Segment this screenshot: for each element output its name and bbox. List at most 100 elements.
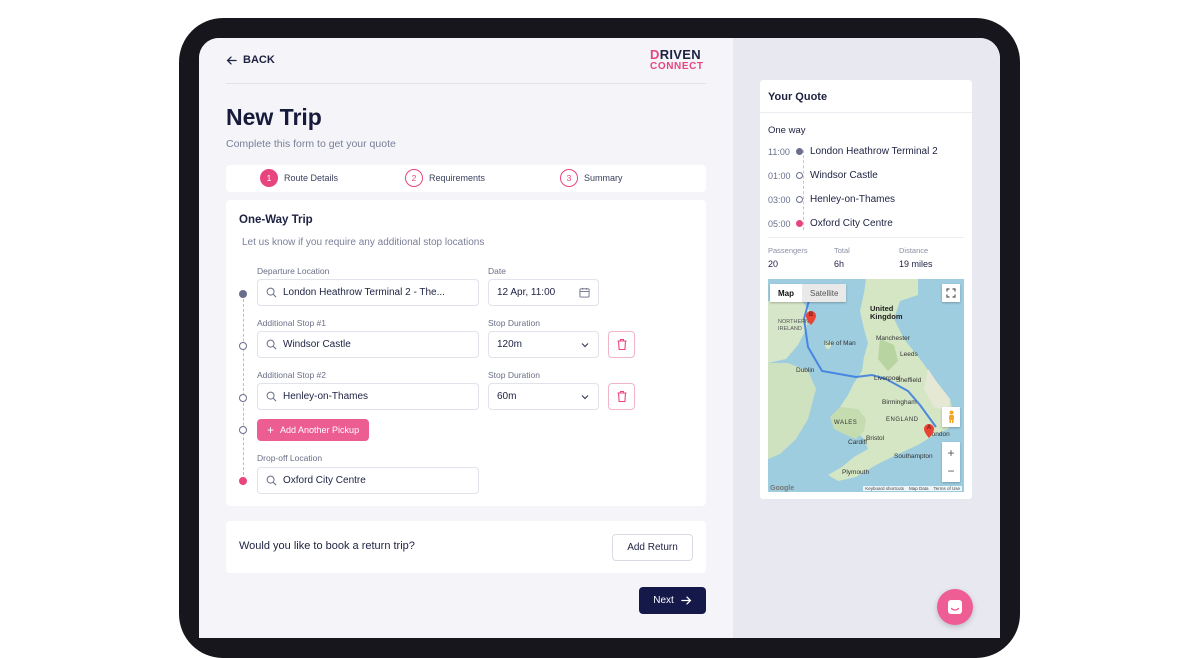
stop1-duration-value: 120m xyxy=(497,339,523,350)
departure-input[interactable]: London Heathrow Terminal 2 - The... xyxy=(257,279,479,306)
stop1-label: Additional Stop #1 xyxy=(257,318,326,328)
dropoff-value: Oxford City Centre xyxy=(283,475,366,486)
page-subtitle: Complete this form to get your quote xyxy=(226,138,396,150)
app-screen: BACK DRIVEN CONNECT New Trip Complete th… xyxy=(199,38,1000,638)
quote-stop: 01:00 Windsor Castle xyxy=(768,170,878,181)
step-route-details[interactable]: 1 Route Details xyxy=(260,169,338,187)
date-input[interactable]: 12 Apr, 11:00 xyxy=(488,279,599,306)
stop-name: Oxford City Centre xyxy=(810,218,893,229)
stop-marker xyxy=(796,148,803,155)
route-card-subtitle: Let us know if you require any additiona… xyxy=(242,237,485,248)
delete-stop2-button[interactable] xyxy=(608,383,635,410)
trash-icon xyxy=(617,338,626,351)
progress-stepper: 1 Route Details 2 Requirements 3 Summary xyxy=(226,165,706,192)
stop-time: 03:00 xyxy=(768,194,791,205)
pegman-icon xyxy=(948,410,954,423)
terms-link[interactable]: Terms of Use xyxy=(933,486,960,491)
step-label: Requirements xyxy=(429,173,486,183)
stop1-duration-select[interactable]: 120m xyxy=(488,331,599,358)
stop2-input[interactable]: Henley-on-Thames xyxy=(257,383,479,410)
step-label: Summary xyxy=(584,173,623,183)
stop-marker xyxy=(796,172,803,179)
total-value: 6h xyxy=(834,259,845,269)
search-icon xyxy=(266,287,277,298)
arrow-left-icon xyxy=(226,55,237,65)
date-label: Date xyxy=(488,266,506,276)
chevron-down-icon xyxy=(581,394,589,399)
trip-form-panel: BACK DRIVEN CONNECT New Trip Complete th… xyxy=(199,38,733,638)
add-another-pickup-button[interactable]: + Add Another Pickup xyxy=(257,419,370,441)
map-label: Dublin xyxy=(796,367,815,374)
stop1-value: Windsor Castle xyxy=(283,339,351,350)
stop1-marker xyxy=(239,342,247,350)
stop2-duration-select[interactable]: 60m xyxy=(488,383,599,410)
step-requirements[interactable]: 2 Requirements xyxy=(405,169,485,187)
map-label: Cardiff xyxy=(848,439,868,446)
arrow-right-icon xyxy=(681,596,692,605)
zoom-controls: + − xyxy=(942,442,960,482)
stop2-marker xyxy=(239,394,247,402)
stop2-duration-label: Stop Duration xyxy=(488,370,540,380)
street-view-button[interactable] xyxy=(942,407,960,427)
keyboard-shortcuts-link[interactable]: Keyboard shortcuts xyxy=(865,486,904,491)
map-label: Bristol xyxy=(866,435,885,442)
map-label: United Kingdom xyxy=(870,304,903,321)
brand-logo: DRIVEN CONNECT xyxy=(650,47,704,73)
return-question: Would you like to book a return trip? xyxy=(239,540,415,552)
add-pickup-marker xyxy=(239,426,247,434)
dropoff-input[interactable]: Oxford City Centre xyxy=(257,467,479,494)
next-label: Next xyxy=(653,595,674,606)
fullscreen-icon xyxy=(946,288,956,298)
distance-value: 19 miles xyxy=(899,259,933,269)
step-number: 2 xyxy=(405,169,423,187)
map-marker-b[interactable]: B xyxy=(806,311,816,325)
departure-value: London Heathrow Terminal 2 - The... xyxy=(283,287,445,298)
total-stat: Total 6h xyxy=(834,246,850,269)
step-number: 3 xyxy=(560,169,578,187)
distance-stat: Distance 19 miles xyxy=(899,246,933,269)
total-label: Total xyxy=(834,246,850,255)
marker-letter: B xyxy=(808,312,814,318)
route-connector-line xyxy=(243,294,244,480)
route-card-title: One-Way Trip xyxy=(239,214,313,226)
step-number: 1 xyxy=(260,169,278,187)
add-return-button[interactable]: Add Return xyxy=(612,534,693,561)
next-button[interactable]: Next xyxy=(639,587,706,614)
quote-divider xyxy=(760,112,972,113)
map-tab[interactable]: Map xyxy=(770,284,802,302)
chat-launcher-button[interactable] xyxy=(937,589,973,625)
departure-marker xyxy=(239,290,247,298)
quote-stop: 03:00 Henley-on-Thames xyxy=(768,194,895,205)
stop-time: 11:00 xyxy=(768,146,790,157)
map-label: ENGLAND xyxy=(886,417,919,423)
step-label: Route Details xyxy=(284,173,339,183)
add-pickup-label: Add Another Pickup xyxy=(280,425,360,435)
map-label: Manchester xyxy=(876,335,910,342)
fullscreen-button[interactable] xyxy=(942,284,960,302)
marker-letter: A xyxy=(926,425,932,431)
zoom-in-button[interactable]: + xyxy=(947,444,954,462)
search-icon xyxy=(266,339,277,350)
step-summary[interactable]: 3 Summary xyxy=(560,169,623,187)
map-data-link[interactable]: Map Data xyxy=(909,486,929,491)
stop-time: 01:00 xyxy=(768,170,791,181)
stop2-value: Henley-on-Thames xyxy=(283,391,369,402)
return-trip-card: Would you like to book a return trip? Ad… xyxy=(226,521,706,573)
plus-icon: + xyxy=(267,423,275,437)
logo-word: RIVEN xyxy=(659,47,701,62)
satellite-tab[interactable]: Satellite xyxy=(802,284,847,302)
stop-name: Windsor Castle xyxy=(810,170,878,181)
zoom-out-button[interactable]: − xyxy=(947,462,954,480)
delete-stop1-button[interactable] xyxy=(608,331,635,358)
map-marker-a[interactable]: A xyxy=(924,424,934,438)
map-label: NORTHERN IRELAND xyxy=(778,319,810,332)
quote-title: Your Quote xyxy=(768,91,828,103)
map-label: WALES xyxy=(834,420,858,426)
stop-marker xyxy=(796,196,803,203)
map-label: Leeds xyxy=(900,351,918,358)
route-map[interactable]: Map Satellite + − United Kingdom NORTHER… xyxy=(768,279,964,492)
map-label: Southampton xyxy=(894,453,933,460)
search-icon xyxy=(266,475,277,486)
back-button[interactable]: BACK xyxy=(226,54,275,66)
stop1-input[interactable]: Windsor Castle xyxy=(257,331,479,358)
